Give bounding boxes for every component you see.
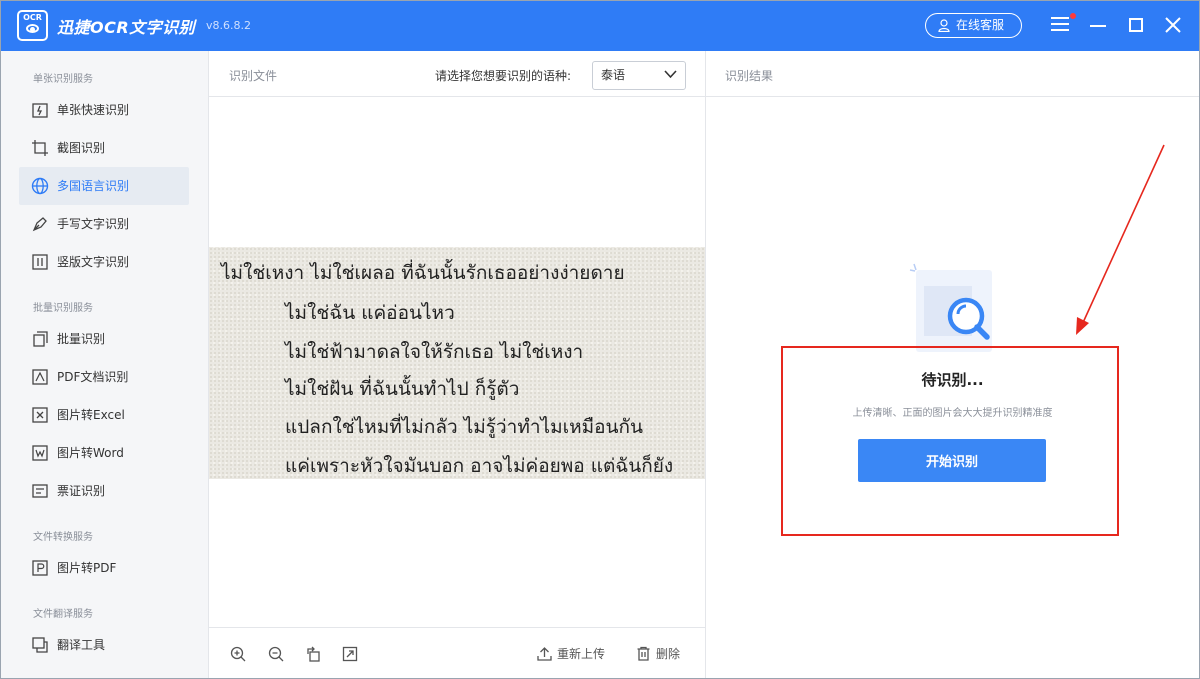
- user-icon: [938, 19, 950, 32]
- app-window: OCR 迅捷OCR文字识别 v8.6.8.2 在线客服 单张识别服务 单张快速识…: [0, 0, 1200, 679]
- online-service-button[interactable]: 在线客服: [925, 13, 1022, 38]
- pdf-convert-icon: [32, 560, 48, 576]
- globe-icon: [31, 177, 49, 195]
- sidebar-item-label: 批量识别: [57, 332, 106, 346]
- sidebar-item-excel[interactable]: 图片转Excel: [19, 396, 189, 434]
- rotate-icon[interactable]: [306, 646, 322, 662]
- section-title-single: 单张识别服务: [33, 74, 93, 85]
- reupload-button[interactable]: 重新上传: [537, 646, 605, 662]
- ticket-icon: [32, 484, 48, 498]
- preview-text-line: ไม่ใช่ฟ้ามาดลใจให้รักเธอ ไม่ใช่เหงา: [285, 341, 584, 363]
- sidebar-item-label: 单张快速识别: [57, 103, 130, 117]
- pdf-icon: [32, 369, 48, 385]
- document-search-icon: [909, 263, 992, 352]
- result-panel-title: 识别结果: [725, 69, 774, 83]
- pen-icon: [32, 217, 47, 232]
- language-label: 请选择您想要识别的语种:: [435, 69, 572, 83]
- preview-text-line: ไม่ใช่ฉัน แค่อ่อนไหว: [285, 302, 455, 324]
- sidebar-item-vertical-text[interactable]: 竖版文字识别: [19, 243, 189, 281]
- app-title: 迅捷OCR文字识别: [57, 18, 196, 37]
- chevron-down-icon: [664, 70, 677, 79]
- file-panel-header: 识别文件 请选择您想要识别的语种: 泰语: [209, 51, 705, 97]
- online-service-label: 在线客服: [956, 18, 1005, 32]
- preview-text-line: แปลกใช่ไหมที่ไม่กลัว ไม่รู้ว่าทำไมเหมือน…: [285, 416, 644, 438]
- translate-icon: [32, 637, 48, 653]
- app-version: v8.6.8.2: [206, 19, 251, 32]
- section-title-convert: 文件转换服务: [33, 532, 93, 543]
- sidebar-item-label: 图片转PDF: [57, 561, 117, 575]
- menu-button[interactable]: [1051, 16, 1071, 34]
- sidebar-item-label: 票证识别: [57, 484, 106, 498]
- sidebar-item-quick-scan[interactable]: 单张快速识别: [19, 91, 189, 129]
- upload-icon: [537, 647, 552, 661]
- sidebar-item-label: 竖版文字识别: [57, 255, 130, 269]
- file-panel-toolbar: 重新上传 删除: [209, 627, 705, 678]
- trash-icon: [637, 646, 650, 661]
- sidebar-item-batch[interactable]: 批量识别: [19, 320, 189, 358]
- sidebar: 单张识别服务 单张快速识别 截图识别 多国语言识别 手写文字识别 竖版文字识别 …: [1, 51, 209, 678]
- sidebar-item-ticket[interactable]: 票证识别: [19, 472, 189, 510]
- maximize-button[interactable]: [1129, 18, 1143, 32]
- notification-dot: [1070, 13, 1076, 19]
- title-bar: OCR 迅捷OCR文字识别 v8.6.8.2 在线客服: [1, 1, 1199, 51]
- sidebar-item-image-to-pdf[interactable]: 图片转PDF: [19, 549, 189, 587]
- sidebar-item-label: 图片转Word: [57, 446, 124, 460]
- delete-label: 删除: [656, 647, 681, 661]
- file-panel: 识别文件 请选择您想要识别的语种: 泰语 ไม่ใช่เหงา ไม่ใช่เผ…: [209, 51, 706, 678]
- sidebar-item-label: 多国语言识别: [57, 179, 130, 193]
- annotation-arrow-icon: [1076, 144, 1165, 335]
- sidebar-item-word[interactable]: 图片转Word: [19, 434, 189, 472]
- sidebar-item-handwriting[interactable]: 手写文字识别: [19, 205, 189, 243]
- section-title-translate: 文件翻译服务: [33, 609, 93, 620]
- reupload-label: 重新上传: [557, 647, 606, 661]
- sidebar-item-label: PDF文档识别: [57, 370, 129, 384]
- sidebar-item-pdf[interactable]: PDF文档识别: [19, 358, 189, 396]
- delete-button[interactable]: 删除: [636, 646, 680, 662]
- sidebar-item-multilang[interactable]: 多国语言识别: [19, 167, 189, 205]
- file-panel-title: 识别文件: [229, 69, 278, 83]
- section-title-batch: 批量识别服务: [33, 303, 93, 314]
- quick-scan-icon: [32, 103, 48, 118]
- sidebar-item-label: 翻译工具: [57, 638, 106, 652]
- app-logo-icon: OCR: [17, 10, 48, 41]
- vertical-text-icon: [32, 254, 48, 270]
- highlight-box: [781, 346, 1119, 536]
- language-select[interactable]: 泰语: [592, 61, 686, 90]
- result-panel-header: 识别结果: [706, 51, 1199, 97]
- preview-text-line: ไม่ใช่เหงา ไม่ใช่เผลอ ที่ฉันนั้นรักเธออย…: [221, 262, 625, 284]
- minimize-button[interactable]: [1090, 25, 1106, 27]
- batch-icon: [33, 331, 48, 347]
- close-button[interactable]: [1161, 13, 1185, 37]
- word-icon: [32, 445, 48, 461]
- preview-text-line: แค่เพราะหัวใจมันบอก อาจไม่ค่อยพอ แต่ฉันก…: [285, 455, 674, 477]
- logo-text: OCR: [23, 13, 42, 22]
- language-value: 泰语: [601, 68, 626, 82]
- sidebar-item-screenshot[interactable]: 截图识别: [19, 129, 189, 167]
- crop-icon: [32, 140, 48, 156]
- sidebar-item-translate[interactable]: 翻译工具: [19, 626, 189, 664]
- excel-icon: [32, 407, 48, 423]
- zoom-out-icon[interactable]: [268, 646, 284, 662]
- sidebar-item-label: 图片转Excel: [57, 408, 125, 422]
- preview-text-line: ไม่ใช่ฝัน ที่ฉันนั้นทำไป ก็รู้ตัว: [285, 378, 520, 400]
- fit-screen-icon[interactable]: [342, 646, 358, 662]
- zoom-in-icon[interactable]: [230, 646, 246, 662]
- sidebar-item-label: 截图识别: [57, 141, 106, 155]
- sidebar-item-label: 手写文字识别: [57, 217, 130, 231]
- image-preview: ไม่ใช่เหงา ไม่ใช่เผลอ ที่ฉันนั้นรักเธออย…: [209, 247, 705, 479]
